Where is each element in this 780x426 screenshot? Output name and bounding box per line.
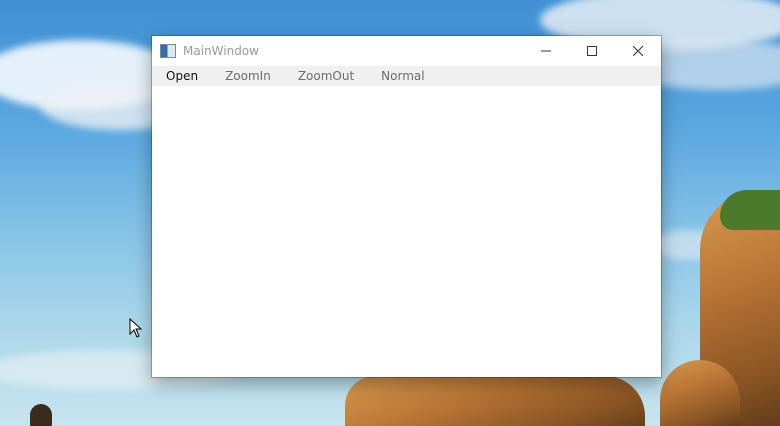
desktop-wallpaper: MainWindow Open ZoomIn ZoomOut Normal bbox=[0, 0, 780, 426]
window-title: MainWindow bbox=[183, 44, 259, 58]
mouse-pointer-icon bbox=[129, 318, 143, 338]
menu-item-zoomout[interactable]: ZoomOut bbox=[290, 66, 362, 86]
maximize-button[interactable] bbox=[569, 36, 615, 66]
minimize-button[interactable] bbox=[523, 36, 569, 66]
rock-formation bbox=[345, 376, 645, 426]
image-view-area[interactable] bbox=[152, 86, 661, 377]
maximize-icon bbox=[587, 46, 597, 56]
menu-item-normal[interactable]: Normal bbox=[373, 66, 432, 86]
menu-item-open[interactable]: Open bbox=[158, 66, 206, 86]
main-window: MainWindow Open ZoomIn ZoomOut Normal bbox=[152, 36, 661, 377]
app-window-icon bbox=[160, 44, 176, 58]
menu-bar: Open ZoomIn ZoomOut Normal bbox=[152, 66, 661, 86]
grass bbox=[720, 190, 780, 230]
close-button[interactable] bbox=[615, 36, 661, 66]
menu-item-zoomin[interactable]: ZoomIn bbox=[217, 66, 279, 86]
close-icon bbox=[633, 46, 643, 56]
person-silhouette bbox=[30, 404, 52, 426]
minimize-icon bbox=[541, 50, 551, 52]
title-bar[interactable]: MainWindow bbox=[152, 36, 661, 66]
